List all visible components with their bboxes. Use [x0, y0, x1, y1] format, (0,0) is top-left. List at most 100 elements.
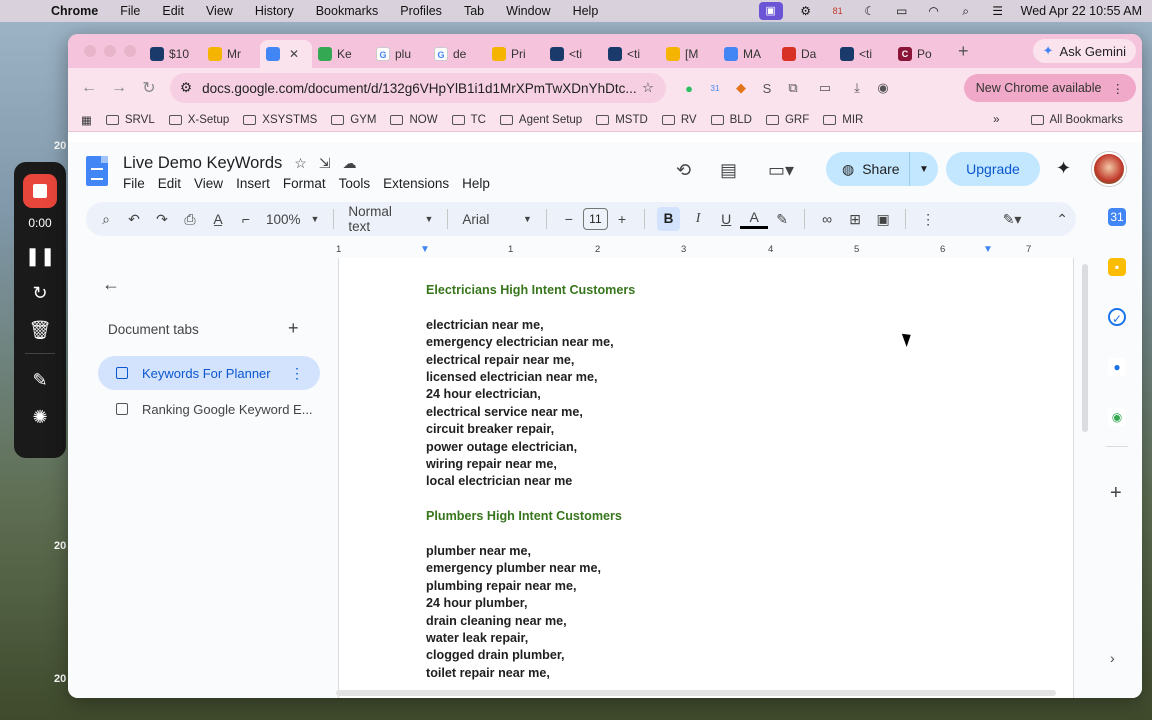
- doc-tab-keywords-for-planner[interactable]: Keywords For Planner ⋮: [98, 356, 320, 390]
- more-options-icon[interactable]: ⋮: [914, 211, 942, 228]
- insert-link-icon[interactable]: ∞: [813, 211, 841, 227]
- browser-tab[interactable]: <ti: [834, 40, 892, 68]
- menu-history[interactable]: History: [244, 4, 305, 18]
- pause-icon[interactable]: ❚❚: [25, 246, 55, 267]
- forward-icon[interactable]: →: [104, 79, 134, 97]
- browser-tab-active[interactable]: ✕: [260, 40, 312, 68]
- bookmark-folder[interactable]: RV: [655, 114, 704, 126]
- font-size-input[interactable]: 11: [582, 208, 608, 230]
- docs-logo-icon[interactable]: [86, 156, 108, 186]
- decrease-font-size-icon[interactable]: −: [555, 211, 583, 227]
- stop-recording-button[interactable]: [23, 174, 57, 208]
- effects-icon[interactable]: ✺: [25, 407, 55, 428]
- contacts-icon[interactable]: ●: [1108, 358, 1126, 376]
- restart-icon[interactable]: ↻: [25, 283, 55, 304]
- docs-menu-tools[interactable]: Tools: [339, 176, 378, 191]
- cloud-saved-icon[interactable]: ☁: [343, 155, 357, 172]
- get-add-ons-icon[interactable]: +: [1110, 482, 1122, 505]
- notification-badge[interactable]: 81: [829, 4, 847, 18]
- close-window-button[interactable]: [84, 45, 96, 57]
- extensions-puzzle-icon[interactable]: ⧉: [780, 80, 806, 96]
- undo-icon[interactable]: ↶: [120, 211, 148, 228]
- browser-tab[interactable]: Ke: [312, 40, 370, 68]
- battery-icon[interactable]: ▭: [893, 4, 911, 18]
- site-settings-icon[interactable]: ⚙: [180, 80, 192, 96]
- docs-menu-view[interactable]: View: [194, 176, 230, 191]
- s-extension-icon[interactable]: S: [754, 81, 780, 96]
- docs-menu-help[interactable]: Help: [462, 176, 497, 191]
- horizontal-scrollbar[interactable]: [336, 690, 1056, 696]
- font-family-select[interactable]: Arial ▼: [456, 212, 538, 227]
- chevron-double-right-icon[interactable]: »: [993, 114, 999, 126]
- bookmark-star-icon[interactable]: ☆: [642, 80, 654, 96]
- minimize-window-button[interactable]: [104, 45, 116, 57]
- print-icon[interactable]: ⎙: [176, 211, 204, 228]
- bookmark-folder[interactable]: X-Setup: [162, 114, 237, 126]
- calendar-icon[interactable]: 31: [1108, 208, 1126, 226]
- metamask-extension-icon[interactable]: ◆: [728, 80, 754, 96]
- zoom-select[interactable]: 100% ▼: [260, 212, 325, 227]
- apps-grid-icon[interactable]: ▦: [74, 113, 99, 127]
- document-body[interactable]: Electricians High Intent Customers elect…: [426, 282, 986, 682]
- browser-tab[interactable]: Da: [776, 40, 834, 68]
- redo-icon[interactable]: ↷: [148, 211, 176, 228]
- trash-icon[interactable]: 🗑: [25, 320, 55, 341]
- spellcheck-icon[interactable]: A̲: [204, 211, 232, 227]
- comments-icon[interactable]: ▤: [720, 160, 737, 181]
- spotlight-search-icon[interactable]: ⌕: [957, 4, 975, 18]
- move-folder-icon[interactable]: ⇲: [319, 155, 331, 172]
- tasks-icon[interactable]: ✓: [1108, 308, 1126, 326]
- bookmark-folder[interactable]: MIR: [816, 114, 870, 126]
- insert-image-icon[interactable]: ▣: [869, 211, 897, 228]
- upgrade-button[interactable]: Upgrade: [946, 152, 1040, 186]
- underline-button[interactable]: U: [712, 211, 740, 227]
- close-outline-arrow-icon[interactable]: ←: [102, 274, 120, 295]
- download-icon[interactable]: ⤓: [844, 80, 870, 96]
- bookmark-folder[interactable]: GRF: [759, 114, 816, 126]
- docs-menu-file[interactable]: File: [123, 176, 152, 191]
- browser-tab[interactable]: <ti: [544, 40, 602, 68]
- zoom-window-button[interactable]: [124, 45, 136, 57]
- increase-font-size-icon[interactable]: +: [608, 211, 636, 227]
- wifi-icon[interactable]: ◠: [925, 4, 943, 18]
- gemini-sparkle-icon[interactable]: ✦: [1056, 158, 1071, 179]
- maps-icon[interactable]: ◉: [1108, 408, 1126, 426]
- menu-tab[interactable]: Tab: [453, 4, 495, 18]
- browser-tab[interactable]: Mr: [202, 40, 260, 68]
- menu-profiles[interactable]: Profiles: [389, 4, 453, 18]
- star-icon[interactable]: ☆: [294, 155, 307, 172]
- browser-tab[interactable]: $10: [144, 40, 202, 68]
- paragraph-style-select[interactable]: Normal text ▼: [342, 204, 439, 234]
- settings-gear-icon[interactable]: ⚙: [797, 4, 815, 18]
- docs-menu-format[interactable]: Format: [283, 176, 333, 191]
- calendar-extension-icon[interactable]: 31: [702, 84, 728, 93]
- screen-recorder-icon[interactable]: ▣: [758, 2, 783, 20]
- browser-tab[interactable]: Gplu: [370, 40, 428, 68]
- document-page[interactable]: Electricians High Intent Customers elect…: [338, 258, 1074, 698]
- bookmark-folder[interactable]: BLD: [704, 114, 759, 126]
- menubar-clock[interactable]: Wed Apr 22 10:55 AM: [1021, 4, 1142, 18]
- show-side-panel-chevron-icon[interactable]: ›: [1110, 650, 1115, 666]
- profile-avatar-icon[interactable]: ◉: [870, 80, 896, 96]
- bold-button[interactable]: B: [656, 207, 681, 231]
- right-indent-marker-icon[interactable]: ▼: [983, 244, 993, 255]
- horizontal-ruler[interactable]: 1 ▼ 1 2 3 4 5 6 ▼ 7: [336, 244, 1074, 258]
- menu-app-name[interactable]: Chrome: [40, 4, 109, 18]
- browser-tab[interactable]: C Po: [892, 40, 950, 68]
- browser-tab[interactable]: Gde: [428, 40, 486, 68]
- menu-edit[interactable]: Edit: [151, 4, 195, 18]
- evernote-extension-icon[interactable]: ●: [676, 81, 702, 96]
- search-menus-icon[interactable]: ⌕: [92, 211, 120, 228]
- left-indent-marker-icon[interactable]: ▼: [420, 244, 430, 255]
- browser-tab[interactable]: MA: [718, 40, 776, 68]
- docs-menu-extensions[interactable]: Extensions: [383, 176, 456, 191]
- collapse-menus-icon[interactable]: ⌃: [1048, 211, 1076, 228]
- all-bookmarks-button[interactable]: All Bookmarks: [1024, 114, 1131, 126]
- more-vert-icon[interactable]: ⋮: [290, 365, 304, 382]
- back-icon[interactable]: ←: [74, 79, 104, 97]
- bookmark-folder[interactable]: SRVL: [99, 114, 162, 126]
- menu-help[interactable]: Help: [562, 4, 610, 18]
- new-tab-button[interactable]: +: [958, 41, 969, 62]
- keep-icon[interactable]: ▪: [1108, 258, 1126, 276]
- address-bar[interactable]: ⚙ docs.google.com/document/d/132g6VHpYlB…: [170, 73, 666, 103]
